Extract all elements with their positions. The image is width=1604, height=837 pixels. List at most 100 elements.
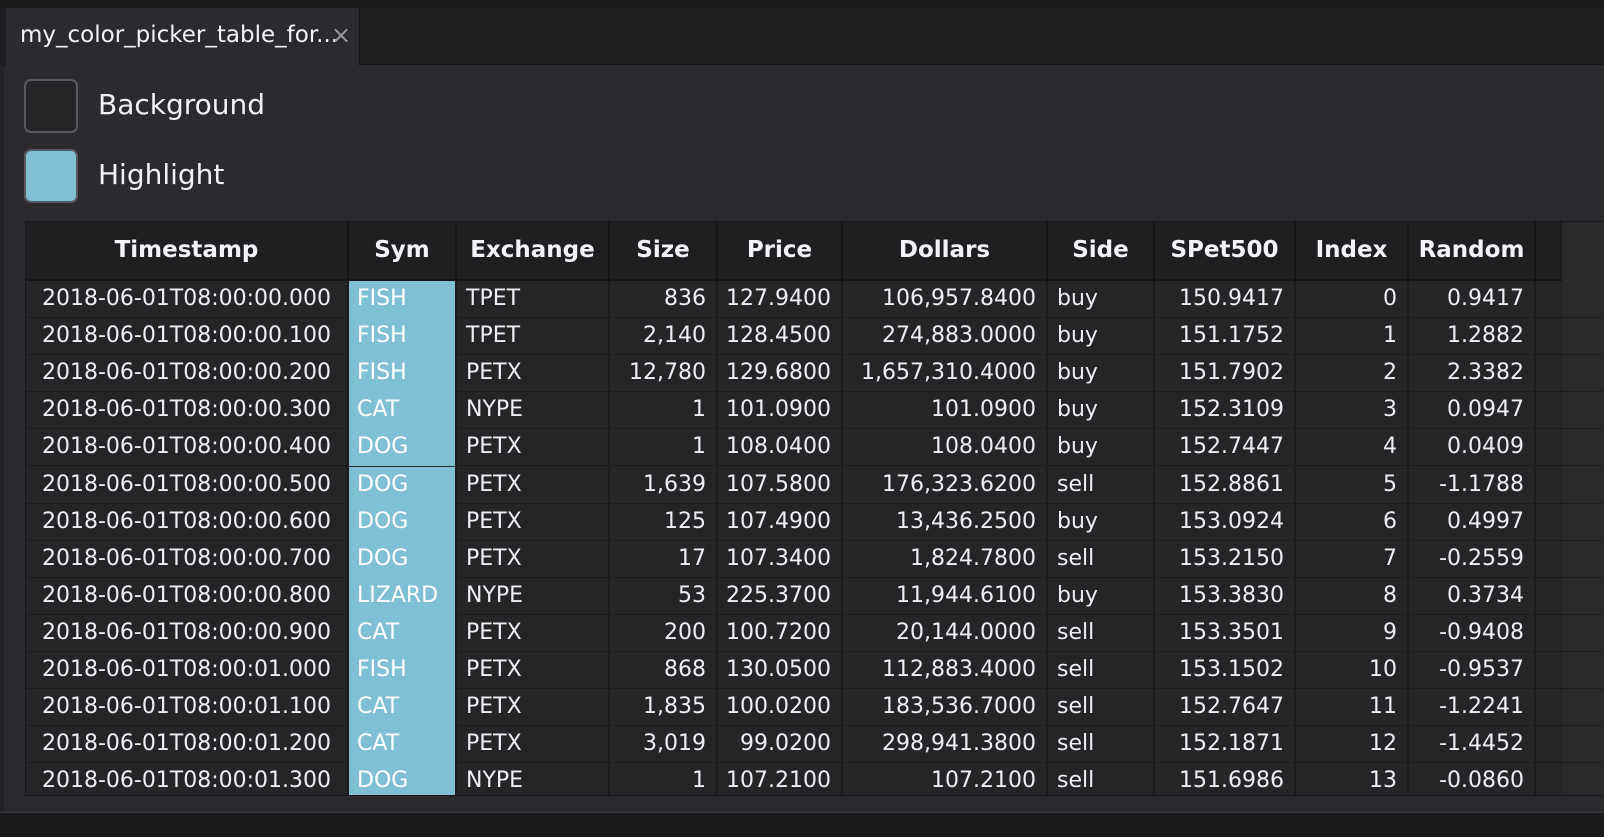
cell-index[interactable]: 11 — [1296, 689, 1409, 727]
cell-size[interactable]: 1 — [610, 392, 718, 430]
cell-timestamp[interactable]: 2018-06-01T08:00:00.500 — [26, 466, 349, 504]
cell-price[interactable]: 108.0400 — [718, 429, 843, 467]
column-header-exchange[interactable]: Exchange — [457, 222, 610, 279]
cell-size[interactable]: 3,019 — [610, 726, 718, 764]
cell-side[interactable]: sell — [1048, 466, 1155, 504]
cell-random[interactable]: 0.9417 — [1409, 281, 1536, 318]
cell-dollars[interactable]: 106,957.8400 — [843, 281, 1048, 318]
cell-exchange[interactable]: PETX — [457, 614, 610, 652]
cell-size[interactable]: 1,639 — [610, 466, 718, 504]
cell-price[interactable]: 107.2100 — [718, 763, 843, 795]
cell-exchange[interactable]: TPET — [457, 281, 610, 318]
table-row[interactable]: 2018-06-01T08:00:00.800 LIZARD NYPE 53 225.3… — [26, 577, 1604, 615]
cell-exchange[interactable]: PETX — [457, 429, 610, 467]
table-row[interactable]: 2018-06-01T08:00:00.300 CAT NYPE 1 101.0900 1… — [26, 392, 1604, 430]
cell-price[interactable]: 128.4500 — [718, 318, 843, 356]
cell-price[interactable]: 99.0200 — [718, 726, 843, 764]
cell-dollars[interactable]: 13,436.2500 — [843, 503, 1048, 541]
cell-timestamp[interactable]: 2018-06-01T08:00:00.900 — [26, 614, 349, 652]
cell-sym[interactable]: FISH — [349, 281, 457, 318]
cell-sym[interactable]: FISH — [349, 318, 457, 356]
table-row[interactable]: 2018-06-01T08:00:00.600 DOG PETX 125 107.490… — [26, 503, 1604, 541]
cell-size[interactable]: 1 — [610, 763, 718, 795]
column-header-timestamp[interactable]: Timestamp — [26, 222, 349, 279]
cell-exchange[interactable]: NYPE — [457, 763, 610, 795]
cell-price[interactable]: 100.0200 — [718, 689, 843, 727]
cell-dollars[interactable]: 11,944.6100 — [843, 577, 1048, 615]
cell-timestamp[interactable]: 2018-06-01T08:00:00.000 — [26, 281, 349, 318]
cell-price[interactable]: 127.9400 — [718, 281, 843, 318]
column-header-dollars[interactable]: Dollars — [843, 222, 1048, 279]
cell-size[interactable]: 1 — [610, 429, 718, 467]
cell-sym[interactable]: CAT — [349, 614, 457, 652]
cell-random[interactable]: 1.2882 — [1409, 318, 1536, 356]
cell-index[interactable]: 7 — [1296, 540, 1409, 578]
cell-timestamp[interactable]: 2018-06-01T08:00:00.400 — [26, 429, 349, 467]
cell-sym[interactable]: CAT — [349, 689, 457, 727]
cell-size[interactable]: 868 — [610, 652, 718, 689]
cell-index[interactable]: 10 — [1296, 652, 1409, 689]
cell-side[interactable]: buy — [1048, 281, 1155, 318]
cell-size[interactable]: 125 — [610, 503, 718, 541]
cell-side[interactable]: sell — [1048, 652, 1155, 689]
cell-index[interactable]: 2 — [1296, 355, 1409, 393]
cell-dollars[interactable]: 20,144.0000 — [843, 614, 1048, 652]
cell-spet500[interactable]: 152.3109 — [1155, 392, 1296, 430]
cell-random[interactable]: -1.4452 — [1409, 726, 1536, 764]
cell-sym[interactable]: CAT — [349, 726, 457, 764]
cell-timestamp[interactable]: 2018-06-01T08:00:01.000 — [26, 652, 349, 689]
cell-side[interactable]: sell — [1048, 614, 1155, 652]
cell-spet500[interactable]: 151.6986 — [1155, 763, 1296, 795]
cell-price[interactable]: 101.0900 — [718, 392, 843, 430]
cell-sym[interactable]: FISH — [349, 355, 457, 393]
cell-price[interactable]: 130.0500 — [718, 652, 843, 689]
cell-spet500[interactable]: 150.9417 — [1155, 281, 1296, 318]
cell-size[interactable]: 1,835 — [610, 689, 718, 727]
cell-size[interactable]: 836 — [610, 281, 718, 318]
cell-spet500[interactable]: 151.7902 — [1155, 355, 1296, 393]
cell-index[interactable]: 5 — [1296, 466, 1409, 504]
table-row[interactable]: 2018-06-01T08:00:01.200 CAT PETX 3,019 99.02… — [26, 726, 1604, 764]
column-header-sym[interactable]: Sym — [349, 222, 457, 279]
cell-spet500[interactable]: 152.1871 — [1155, 726, 1296, 764]
cell-random[interactable]: -0.9537 — [1409, 652, 1536, 689]
column-header-random[interactable]: Random — [1409, 222, 1536, 279]
cell-exchange[interactable]: PETX — [457, 355, 610, 393]
cell-side[interactable]: sell — [1048, 726, 1155, 764]
cell-timestamp[interactable]: 2018-06-01T08:00:00.800 — [26, 577, 349, 615]
table-row[interactable]: 2018-06-01T08:00:00.400 DOG PETX 1 108.0400 1… — [26, 429, 1604, 467]
cell-size[interactable]: 200 — [610, 614, 718, 652]
cell-random[interactable]: -1.2241 — [1409, 689, 1536, 727]
cell-exchange[interactable]: NYPE — [457, 392, 610, 430]
cell-index[interactable]: 8 — [1296, 577, 1409, 615]
cell-index[interactable]: 0 — [1296, 281, 1409, 318]
background-swatch[interactable] — [24, 79, 78, 133]
cell-exchange[interactable]: PETX — [457, 466, 610, 504]
cell-price[interactable]: 107.5800 — [718, 466, 843, 504]
column-header-spet500[interactable]: SPet500 — [1155, 222, 1296, 279]
cell-spet500[interactable]: 153.3830 — [1155, 577, 1296, 615]
cell-dollars[interactable]: 298,941.3800 — [843, 726, 1048, 764]
cell-price[interactable]: 100.7200 — [718, 614, 843, 652]
cell-dollars[interactable]: 107.2100 — [843, 763, 1048, 795]
cell-index[interactable]: 1 — [1296, 318, 1409, 356]
cell-spet500[interactable]: 153.2150 — [1155, 540, 1296, 578]
cell-index[interactable]: 6 — [1296, 503, 1409, 541]
column-header-size[interactable]: Size — [610, 222, 718, 279]
cell-spet500[interactable]: 152.7447 — [1155, 429, 1296, 467]
cell-dollars[interactable]: 1,824.7800 — [843, 540, 1048, 578]
cell-sym[interactable]: LIZARD — [349, 577, 457, 615]
cell-sym[interactable]: DOG — [349, 466, 457, 504]
cell-side[interactable]: sell — [1048, 540, 1155, 578]
cell-exchange[interactable]: NYPE — [457, 577, 610, 615]
table-row[interactable]: 2018-06-01T08:00:00.000 FISH TPET 836 127.94… — [26, 281, 1604, 318]
cell-index[interactable]: 3 — [1296, 392, 1409, 430]
cell-random[interactable]: 0.0947 — [1409, 392, 1536, 430]
cell-timestamp[interactable]: 2018-06-01T08:00:00.300 — [26, 392, 349, 430]
cell-dollars[interactable]: 274,883.0000 — [843, 318, 1048, 356]
cell-exchange[interactable]: TPET — [457, 318, 610, 356]
cell-random[interactable]: 0.3734 — [1409, 577, 1536, 615]
cell-exchange[interactable]: PETX — [457, 726, 610, 764]
cell-exchange[interactable]: PETX — [457, 689, 610, 727]
cell-price[interactable]: 107.4900 — [718, 503, 843, 541]
